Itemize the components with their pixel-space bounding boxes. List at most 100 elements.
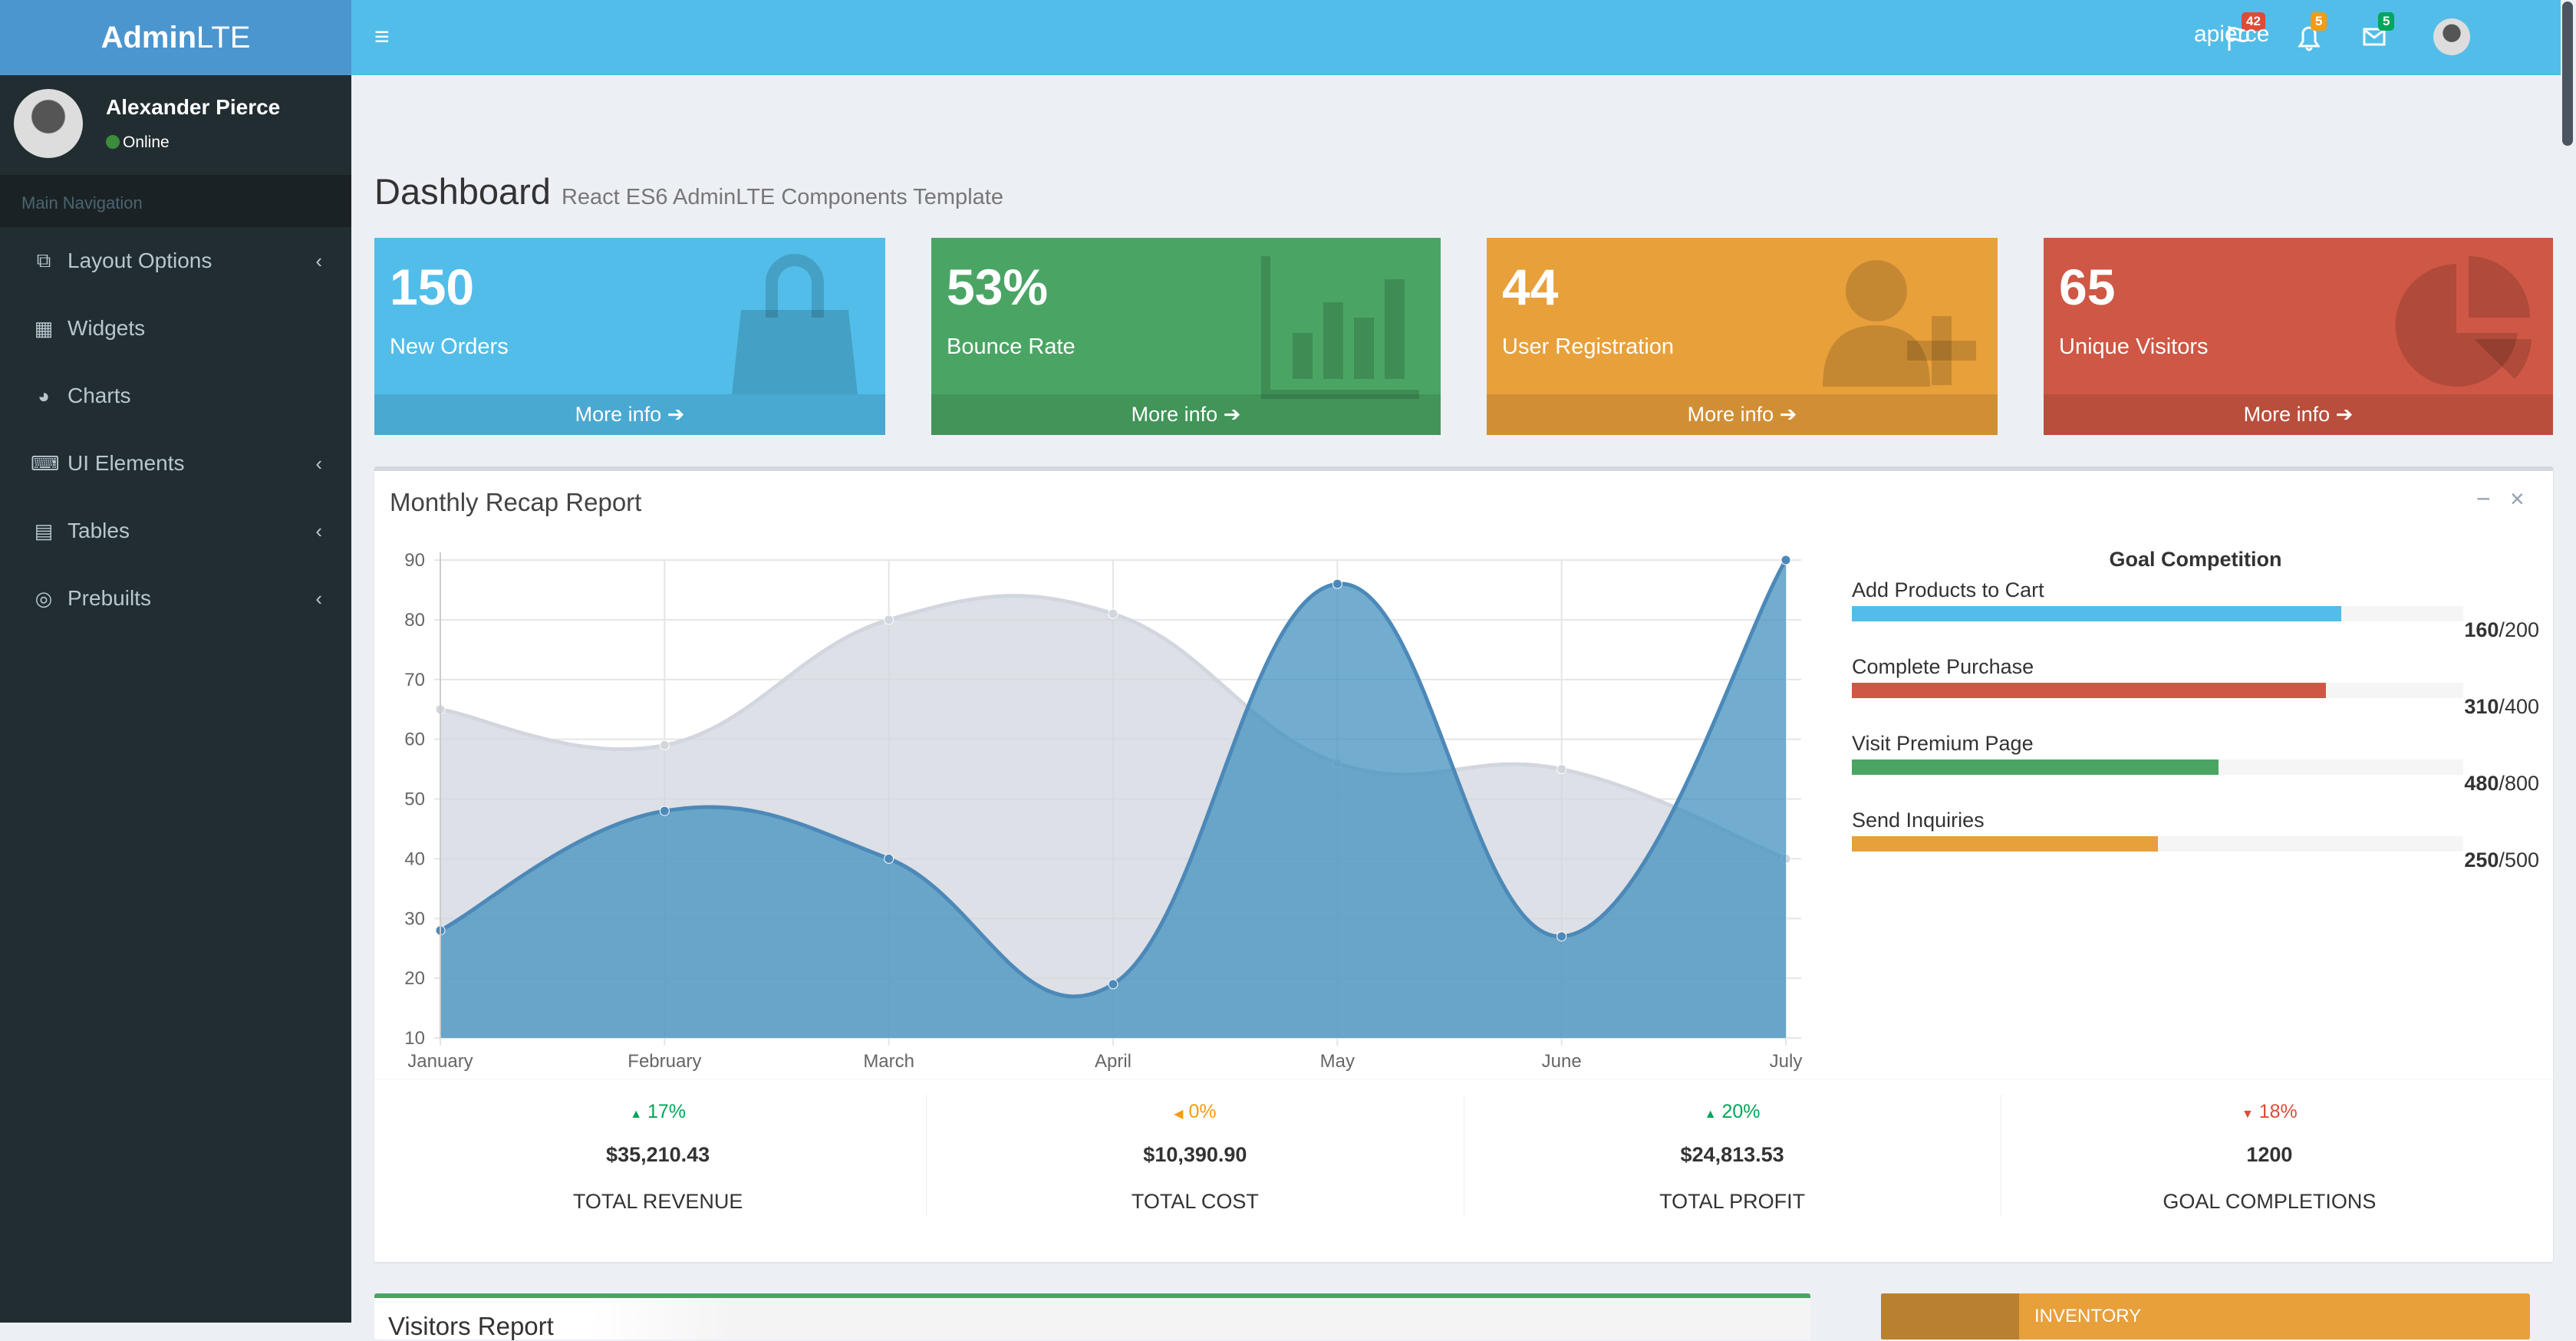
info-box-bounce-rate: 53% Bounce Rate More info ➔ [931, 238, 1441, 435]
goal-label: Complete Purchase [1852, 655, 2034, 678]
inventory-icon [1881, 1293, 2019, 1339]
status-text: Online [123, 133, 170, 151]
stat-percentage: ◀ 0% [927, 1101, 1463, 1123]
data-point[interactable] [884, 853, 894, 864]
user-avatar[interactable] [2433, 18, 2470, 55]
stat-block: ◀ 0% $10,390.90 TOTAL COST [927, 1095, 1464, 1217]
inventory-label: INVENTORY [2034, 1306, 2142, 1326]
goal-current: 160 [2464, 618, 2499, 641]
data-point[interactable] [884, 614, 894, 625]
y-tick-label: 60 [404, 730, 425, 750]
logo-bold: Admin [100, 20, 197, 54]
more-info-link[interactable]: More info ➔ [1487, 394, 1998, 435]
more-info-link[interactable]: More info ➔ [931, 394, 1441, 435]
stat-block: ▲ 17% $35,210.43 TOTAL REVENUE [390, 1095, 927, 1217]
sidebar: Alexander Pierce Online Main Navigation … [0, 75, 351, 1323]
goal-progress-fill [1852, 759, 2219, 775]
hamburger-menu-icon[interactable]: ≡ [374, 23, 396, 51]
data-point[interactable] [1108, 979, 1118, 990]
more-info-link[interactable]: More info ➔ [374, 394, 885, 435]
y-tick-label: 50 [404, 789, 425, 810]
stat-block: ▼ 18% 1200 GOAL COMPLETIONS [2001, 1095, 2538, 1217]
goal-total: 400 [2504, 695, 2539, 718]
arrow-circle-right-icon: ➔ [1779, 403, 1797, 426]
stat-pct-text: 0% [1188, 1101, 1217, 1122]
sidebar-item-tables[interactable]: ▤ Tables ‹ [0, 497, 351, 565]
stat-name: TOTAL COST [1131, 1190, 1259, 1213]
goal-progress-fill [1852, 606, 2341, 621]
caret-up-icon: ▲ [1704, 1108, 1717, 1121]
stat-block: ▲ 20% $24,813.53 TOTAL PROFIT [1464, 1095, 2001, 1217]
data-point[interactable] [659, 740, 670, 750]
logo-light: LTE [196, 20, 251, 54]
caret-up-icon: ▲ [630, 1108, 643, 1121]
online-dot-icon [106, 135, 120, 149]
goal-progress-fill [1852, 836, 2158, 852]
stat-pct-text: 17% [647, 1101, 687, 1122]
sidebar-item-widgets[interactable]: ▦ Widgets [0, 295, 351, 362]
arrow-circle-right-icon: ➔ [1223, 403, 1241, 426]
page-title: Dashboard React ES6 AdminLTE Components T… [374, 170, 1003, 213]
page-title-text: Dashboard [374, 171, 551, 212]
arrow-circle-right-icon: ➔ [2335, 403, 2354, 426]
user-status: Online [106, 133, 170, 152]
goal-progress-group: Add Products to Cart 160/200 [1852, 578, 2539, 655]
data-point[interactable] [1780, 555, 1791, 565]
y-tick-label: 40 [404, 848, 425, 869]
stat-percentage: ▲ 20% [1464, 1101, 2001, 1123]
user-name: Alexander Pierce [106, 95, 281, 119]
sidebar-item-charts[interactable]: ◕ Charts [0, 362, 351, 430]
sidebar-item-label: Prebuilts [68, 586, 151, 610]
monthly-recap-box: Monthly Recap Report − × 10 20 30 40 50 60 70 8… [374, 466, 2553, 1262]
data-point[interactable] [1556, 764, 1567, 775]
data-point[interactable] [1556, 931, 1567, 942]
info-box-value: 53% [947, 259, 1049, 315]
scrollbar-thumb[interactable] [2562, 2, 2573, 146]
bell-icon[interactable]: 5 [2294, 12, 2332, 58]
data-point[interactable] [659, 806, 670, 816]
minimize-button[interactable]: − [2476, 485, 2491, 513]
goal-current: 310 [2464, 695, 2499, 718]
table-icon: ▤ [34, 519, 54, 542]
goal-current: 250 [2464, 848, 2499, 871]
envelope-icon[interactable]: 5 [2361, 12, 2400, 58]
stat-amount: $10,390.90 [1143, 1143, 1247, 1166]
laptop-icon: ⌨ [31, 451, 60, 475]
goal-total: 500 [2504, 848, 2539, 871]
close-button[interactable]: × [2510, 485, 2525, 513]
x-tick-label: July [1770, 1051, 1803, 1072]
goal-total: 200 [2504, 618, 2539, 641]
stat-amount: $35,210.43 [606, 1143, 710, 1166]
logo[interactable]: Admin LTE [0, 0, 351, 75]
bar-chart-icon [1261, 256, 1419, 399]
goal-progress-bar [1852, 759, 2463, 775]
goal-progress-group: Visit Premium Page 480/800 [1852, 732, 2539, 809]
x-tick-label: May [1320, 1051, 1355, 1072]
more-info-link[interactable]: More info ➔ [2044, 394, 2553, 435]
sidebar-item-label: UI Elements [68, 451, 185, 475]
y-tick-label: 30 [404, 908, 425, 929]
user-menu[interactable]: apierce [2194, 21, 2269, 48]
info-box-new-orders: 150 New Orders More info ➔ [374, 238, 885, 435]
stat-name: TOTAL PROFIT [1659, 1190, 1806, 1213]
goal-title: Goal Competition [2109, 548, 2282, 571]
goal-progress-group: Send Inquiries 250/500 [1852, 809, 2539, 885]
info-box-label: New Orders [390, 334, 509, 359]
shopping-bag-icon [732, 254, 858, 394]
pie-chart-icon [2395, 256, 2532, 387]
inventory-box: INVENTORY [1881, 1293, 2530, 1339]
th-icon: ▦ [34, 316, 54, 340]
sidebar-item-ui-elements[interactable]: ⌨ UI Elements ‹ [0, 430, 351, 497]
scrollbar[interactable] [2561, 0, 2576, 1323]
more-info-text: More info [575, 403, 662, 426]
stat-name: TOTAL REVENUE [572, 1190, 743, 1213]
data-point[interactable] [1332, 578, 1342, 589]
sidebar-item-layout-options[interactable]: ⧉ Layout Options ‹ [0, 227, 351, 295]
data-point[interactable] [1108, 608, 1118, 619]
bullseye-icon: ◎ [35, 586, 53, 610]
sidebar-item-prebuilts[interactable]: ◎ Prebuilts ‹ [0, 565, 351, 632]
goal-progress-group: Complete Purchase 310/400 [1852, 655, 2539, 732]
chevron-left-icon: ‹ [315, 249, 322, 272]
info-box-value: 65 [2059, 259, 2116, 315]
files-icon: ⧉ [36, 249, 51, 272]
